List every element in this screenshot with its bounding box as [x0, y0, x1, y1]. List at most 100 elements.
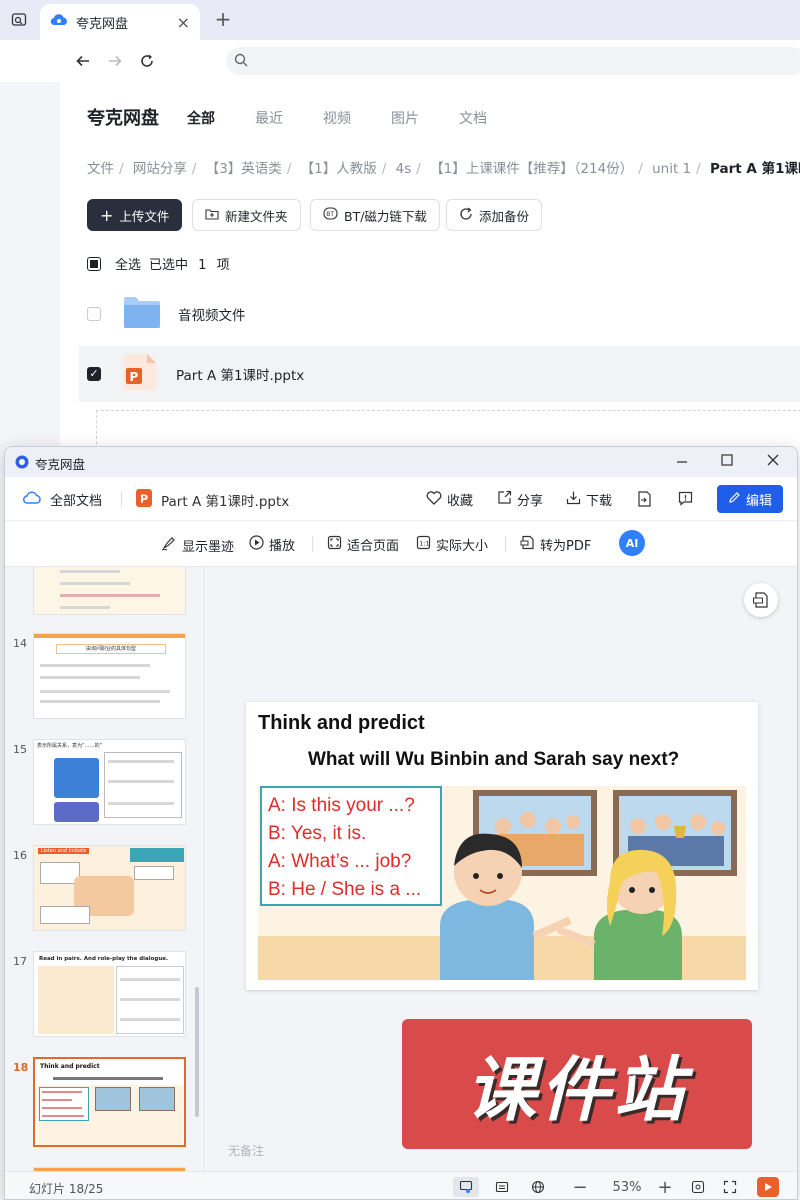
new-tab-button[interactable]: + [212, 8, 234, 30]
select-all-label[interactable]: 全选 [115, 254, 141, 273]
thumb-heading: Read in pairs. And role-play the dialogu… [39, 956, 169, 962]
slide-thumbnail[interactable]: Listen and imitate [33, 845, 186, 931]
pdf-export-float-icon[interactable] [744, 583, 778, 617]
slideshow-play-icon[interactable] [757, 1177, 779, 1197]
plus-icon: + [100, 205, 114, 225]
bt-download-button[interactable]: BT BT/磁力链下载 [310, 199, 440, 231]
slide-thumbnail-active[interactable]: Think and predict [33, 1057, 186, 1147]
feedback-icon[interactable] [678, 491, 693, 510]
tab-video[interactable]: 视频 [323, 108, 351, 128]
file-checkbox-checked[interactable]: ✓ [87, 367, 101, 381]
browser-tab-quark[interactable]: 夸克网盘 × [40, 4, 200, 40]
quark-logo-icon [15, 455, 29, 473]
share-icon [497, 490, 512, 509]
tab-close-icon[interactable]: × [177, 13, 190, 32]
slide-stage: Think and predict What will Wu Binbin an… [206, 567, 797, 1171]
breadcrumb-item[interactable]: 文件 [87, 161, 114, 177]
viewer-file-name: Part A 第1课时.pptx [161, 494, 290, 510]
back-arrow-icon[interactable] [70, 48, 96, 74]
file-row[interactable]: 音视频文件 [79, 286, 800, 342]
selected-count: 已选中 1 项 [149, 258, 230, 273]
drive-brand: 夸克网盘 [87, 108, 159, 129]
ppt-icon: P [136, 489, 152, 511]
to-pdf-button[interactable]: 转为PDF [520, 535, 591, 554]
add-backup-label: 添加备份 [479, 208, 530, 224]
backup-refresh-icon [459, 207, 473, 224]
fit-screen-icon[interactable] [687, 1177, 709, 1197]
document-viewer-window: 夸克网盘 全部文档 P Part A 第1课时.pptx 收藏 分享 下载 编辑… [4, 446, 798, 1200]
breadcrumb-item[interactable]: 网站分享 [133, 161, 187, 177]
select-all-checkbox[interactable] [87, 256, 101, 271]
new-folder-button[interactable]: 新建文件夹 [192, 199, 301, 231]
forward-arrow-icon[interactable] [102, 48, 128, 74]
share-button[interactable]: 分享 [497, 490, 543, 509]
favorite-button[interactable]: 收藏 [426, 490, 473, 509]
download-button[interactable]: 下载 [566, 490, 612, 509]
breadcrumb-item[interactable]: 【1】上课课件【推荐】（214份） [430, 161, 633, 177]
fit-page-icon [327, 535, 342, 554]
file-row-selected[interactable]: ✓ P Part A 第1课时.pptx [79, 346, 800, 402]
svg-text:1:1: 1:1 [419, 540, 429, 548]
export-icon[interactable] [637, 491, 651, 511]
all-docs-link[interactable]: 全部文档 [23, 490, 102, 509]
folder-icon [123, 295, 161, 333]
breadcrumb-item[interactable]: 4s [396, 161, 412, 177]
play-button[interactable]: 播放 [249, 535, 295, 554]
slide-thumbnail[interactable]: 由询问职业的具体句型 [33, 633, 186, 719]
watermark-stamp: 课件站 [402, 1019, 752, 1149]
fullscreen-icon[interactable] [719, 1177, 741, 1197]
dialogue-line: A: What’s ... job? [268, 851, 412, 872]
tab-search-icon[interactable] [6, 8, 32, 32]
breadcrumb-item[interactable]: 【1】人教版 [301, 161, 377, 177]
breadcrumb: 文件 / 网站分享 / 【3】英语类 / 【1】人教版/ 4s / 【1】上课课件【推荐… [87, 157, 800, 177]
slide-thumbnail[interactable] [33, 567, 186, 615]
reload-icon[interactable] [134, 48, 160, 74]
slide-number: 17 [13, 955, 27, 968]
slide-thumbnail[interactable]: Read in pairs. And role-play the dialogu… [33, 951, 186, 1037]
add-backup-button[interactable]: 添加备份 [446, 199, 543, 231]
thumbnail-scrollbar[interactable] [195, 987, 199, 1117]
ai-assistant-button[interactable]: AI [619, 530, 645, 556]
svg-text:BT: BT [326, 211, 334, 218]
pdf-convert-icon [520, 535, 535, 554]
download-label: 下载 [586, 494, 613, 509]
notes-view-icon[interactable] [491, 1177, 513, 1197]
file-checkbox[interactable] [87, 307, 101, 321]
breadcrumb-item[interactable]: unit 1 [652, 161, 691, 177]
svg-text:P: P [140, 493, 148, 506]
download-icon [566, 490, 581, 509]
thumb-heading: Listen and imitate [38, 848, 90, 854]
actual-size-button[interactable]: 1:1 实际大小 [416, 535, 488, 554]
zoom-out-icon[interactable]: − [570, 1177, 590, 1198]
minimize-icon[interactable] [675, 452, 689, 474]
tab-all[interactable]: 全部 [187, 108, 215, 128]
tab-documents[interactable]: 文档 [459, 108, 487, 128]
slide-thumbnail-pane: 14 由询问职业的具体句型 15 表示所属关系，意为“……的” 16 Liste… [5, 567, 205, 1199]
normal-view-icon[interactable] [453, 1177, 479, 1197]
address-bar[interactable] [226, 47, 800, 75]
maximize-icon[interactable] [721, 454, 733, 470]
tab-images[interactable]: 图片 [391, 108, 419, 128]
slide-number: 16 [13, 849, 27, 862]
browser-tab-bar: 夸克网盘 × + [0, 0, 800, 40]
thumb-heading: 表示所属关系，意为“……的” [37, 743, 103, 749]
file-name: Part A 第1课时.pptx [176, 368, 305, 384]
bt-download-label: BT/磁力链下载 [344, 208, 427, 224]
viewer-toolbar: 显示墨迹 播放 适合页面 1:1 实际大小 转为PDF [5, 521, 797, 567]
tab-recent[interactable]: 最近 [255, 108, 283, 128]
globe-icon[interactable] [527, 1177, 549, 1197]
magnet-icon: BT [323, 207, 338, 223]
fit-page-button[interactable]: 适合页面 [327, 535, 399, 554]
breadcrumb-item[interactable]: 【3】英语类 [206, 161, 282, 177]
slide-number: 15 [13, 743, 27, 756]
slide-thumbnail[interactable]: 表示所属关系，意为“……的” [33, 739, 186, 825]
upload-button[interactable]: + 上传文件 [87, 199, 183, 231]
pptx-file-icon: P [123, 353, 157, 395]
edit-button[interactable]: 编辑 [717, 485, 783, 513]
zoom-in-icon[interactable]: + [655, 1177, 675, 1198]
slide-counter: 幻灯片 18/25 [29, 1182, 104, 1196]
show-ink-button[interactable]: 显示墨迹 [161, 535, 234, 555]
tab-title: 夸克网盘 [76, 16, 129, 32]
close-window-icon[interactable] [767, 454, 779, 470]
to-pdf-label: 转为PDF [540, 539, 592, 554]
